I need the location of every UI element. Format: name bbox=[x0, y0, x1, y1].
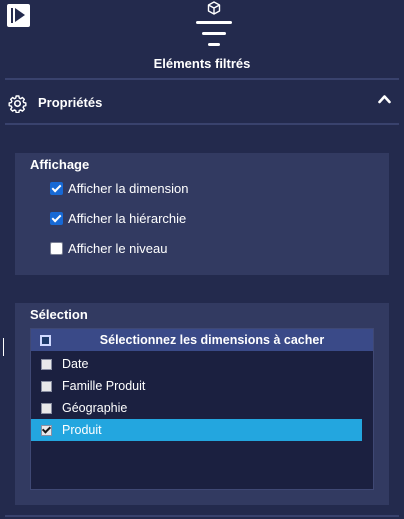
list-item-label: Produit bbox=[62, 423, 102, 437]
panel-toggle-icon[interactable] bbox=[7, 4, 30, 27]
divider bbox=[5, 123, 399, 125]
checkbox[interactable] bbox=[41, 358, 52, 370]
checkbox[interactable] bbox=[41, 402, 52, 414]
display-section-title: Affichage bbox=[30, 157, 90, 172]
checkbox[interactable] bbox=[50, 182, 63, 195]
filter-icon bbox=[196, 21, 232, 46]
option-show-dimension[interactable]: Afficher la dimension bbox=[50, 181, 188, 196]
checkbox[interactable] bbox=[41, 380, 52, 392]
checkbox[interactable] bbox=[50, 212, 63, 225]
chevron-up-icon[interactable] bbox=[378, 94, 391, 104]
gear-icon bbox=[8, 95, 27, 113]
checkbox[interactable] bbox=[50, 242, 63, 255]
list-item-famille-produit[interactable]: Famille Produit bbox=[31, 375, 373, 397]
option-show-hierarchy[interactable]: Afficher la hiérarchie bbox=[50, 211, 186, 226]
list-item-label: Date bbox=[62, 357, 89, 371]
display-section: Affichage Afficher la dimension Afficher… bbox=[15, 153, 389, 275]
text-cursor bbox=[3, 338, 4, 356]
selection-section: Sélection Sélectionnez les dimensions à … bbox=[15, 303, 389, 505]
properties-title[interactable]: Propriétés bbox=[38, 95, 102, 110]
selection-section-title: Sélection bbox=[30, 307, 88, 322]
option-show-level[interactable]: Afficher le niveau bbox=[50, 241, 168, 256]
checkbox[interactable] bbox=[41, 424, 52, 436]
dimension-list[interactable]: Sélectionnez les dimensions à cacher Dat… bbox=[30, 328, 374, 490]
option-label: Afficher la hiérarchie bbox=[68, 211, 187, 226]
option-label: Afficher la dimension bbox=[68, 181, 189, 196]
list-header-label: Sélectionnez les dimensions à cacher bbox=[99, 333, 325, 347]
list-header[interactable]: Sélectionnez les dimensions à cacher bbox=[31, 329, 373, 351]
select-all-checkbox[interactable] bbox=[40, 334, 51, 346]
list-item-date[interactable]: Date bbox=[31, 353, 373, 375]
page-title: Eléments filtrés bbox=[153, 56, 251, 71]
divider bbox=[5, 515, 399, 517]
list-item-label: Géographie bbox=[62, 401, 128, 415]
divider bbox=[5, 78, 399, 80]
list-item-label: Famille Produit bbox=[62, 379, 146, 393]
option-label: Afficher le niveau bbox=[68, 241, 168, 256]
list-item-geographie[interactable]: Géographie bbox=[31, 397, 373, 419]
cube-icon bbox=[207, 1, 221, 15]
list-item-produit[interactable]: Produit bbox=[31, 419, 362, 441]
